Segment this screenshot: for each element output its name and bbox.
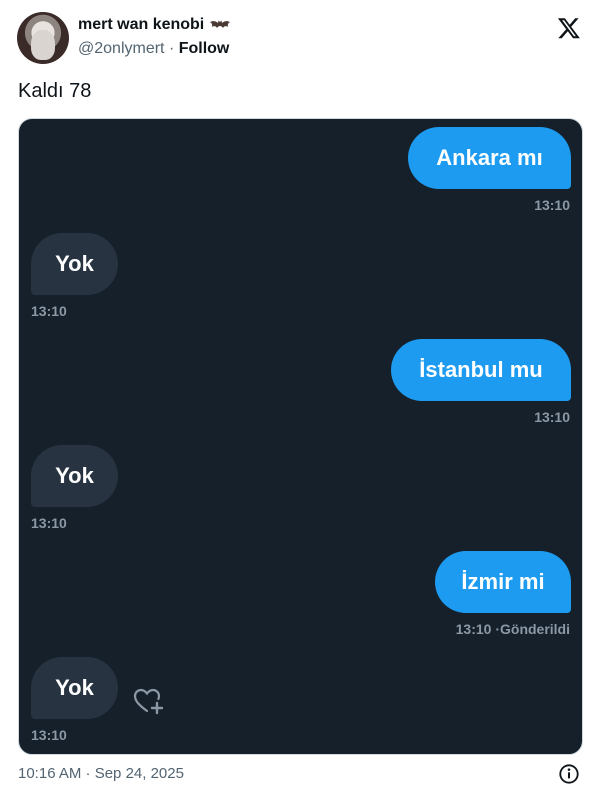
author-display-name[interactable]: mert wan kenobi xyxy=(78,16,204,34)
message-time: 13:10 xyxy=(31,727,67,743)
incoming-message-bubble: Yok xyxy=(31,233,118,295)
x-logo-icon[interactable] xyxy=(557,16,581,40)
incoming-message-bubble: Yok xyxy=(31,445,118,507)
message-text: İzmir mi xyxy=(461,569,545,594)
handle-separator: · xyxy=(164,40,179,57)
outgoing-message-bubble: İzmir mi xyxy=(435,551,571,613)
message-text: Ankara mı xyxy=(436,145,543,170)
message-time: 13:10 ·Gönderildi xyxy=(455,621,570,637)
bat-icon xyxy=(210,20,231,28)
message-time: 13:10 xyxy=(31,303,67,319)
message-time: 13:10 xyxy=(534,409,570,425)
heart-add-icon[interactable] xyxy=(133,687,165,715)
chat-screenshot[interactable]: Ankara mı 13:10 Yok 13:10 İstanbul mu 13… xyxy=(18,118,583,755)
author-handle-row: @2onlymert · Follow xyxy=(78,40,229,58)
message-text: Yok xyxy=(55,675,94,700)
message-text: Yok xyxy=(55,251,94,276)
message-text: İstanbul mu xyxy=(419,357,543,382)
tweet-header: mert wan kenobi @2onlymert · Follow xyxy=(17,12,587,66)
info-icon[interactable] xyxy=(558,763,580,785)
incoming-message-bubble: Yok xyxy=(31,657,118,719)
outgoing-message-bubble: İstanbul mu xyxy=(391,339,571,401)
message-text: Yok xyxy=(55,463,94,488)
outgoing-message-bubble: Ankara mı xyxy=(408,127,571,189)
follow-button[interactable]: Follow xyxy=(179,40,230,57)
avatar[interactable] xyxy=(17,12,69,64)
tweet-timestamp[interactable]: 10:16 AM · Sep 24, 2025 xyxy=(18,765,184,782)
tweet-text: Kaldı 78 xyxy=(18,80,92,102)
author-name-row: mert wan kenobi xyxy=(78,16,231,34)
message-time: 13:10 xyxy=(31,515,67,531)
author-handle[interactable]: @2onlymert xyxy=(78,40,165,57)
message-time: 13:10 xyxy=(534,197,570,213)
